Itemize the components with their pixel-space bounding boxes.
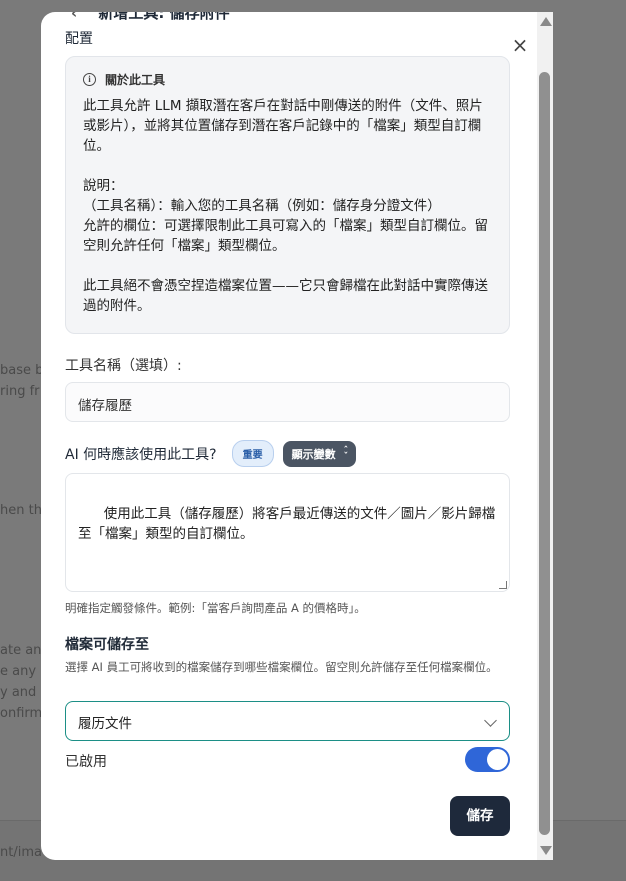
- storage-description: 選擇 AI 員工可將收到的檔案儲存到哪些檔案欄位。留空則允許儲存至任何檔案欄位。: [65, 660, 498, 674]
- save-button[interactable]: 儲存: [450, 796, 510, 836]
- back-arrow-icon[interactable]: ‹: [71, 12, 77, 22]
- modal-title-text: 新增工具: 儲存附件: [98, 12, 230, 22]
- show-variables-button[interactable]: 顯示變數 ˆˇ: [282, 440, 357, 467]
- scroll-up-arrow-icon[interactable]: [540, 17, 552, 26]
- add-tool-modal: ‹ 新增工具: 儲存附件 × 配置 i 關於此工具 此工具允許 LLM 擷取潛在…: [41, 12, 553, 860]
- background-text: e any: [0, 664, 37, 679]
- tool-name-input[interactable]: 儲存履歷: [65, 382, 510, 422]
- about-tool-description: 此工具允許 LLM 擷取潛在客戶在對話中剛傳送的附件（文件、照片或影片），並將其…: [83, 98, 488, 314]
- storage-title: 檔案可儲存至: [65, 637, 149, 653]
- when-to-use-header: AI 何時應該使用此工具? 重要 顯示變數 ˆˇ: [65, 440, 357, 467]
- close-icon: ×: [511, 33, 529, 57]
- about-tool-title: 關於此工具: [105, 73, 166, 87]
- modal-title: ‹ 新增工具: 儲存附件: [71, 12, 230, 23]
- storage-field-select[interactable]: 履历文件: [65, 701, 510, 741]
- close-button[interactable]: ×: [509, 35, 531, 57]
- background-text: onfirm: [0, 706, 43, 721]
- when-to-use-text: 使用此工具（儲存履歷）將客戶最近傳送的文件／圖片／影片歸檔至「檔案」類型的自訂欄…: [78, 506, 496, 542]
- trigger-hint: 明確指定觸發條件。範例:「當客戶詢問產品 A 的價格時」。: [65, 601, 366, 615]
- when-to-use-textarea[interactable]: 使用此工具（儲存履歷）將客戶最近傳送的文件／圖片／影片歸檔至「檔案」類型的自訂欄…: [65, 473, 510, 592]
- scrollbar-thumb[interactable]: [539, 72, 550, 835]
- about-tool-box: i 關於此工具 此工具允許 LLM 擷取潛在客戶在對話中剛傳送的附件（文件、照片…: [65, 56, 510, 334]
- background-text: nt/ima: [0, 845, 42, 860]
- background-text: base b: [0, 363, 44, 378]
- enabled-toggle[interactable]: [465, 747, 510, 772]
- enabled-label: 已啟用: [65, 754, 107, 770]
- about-tool-heading: i 關於此工具: [83, 71, 493, 88]
- when-to-use-label: AI 何時應該使用此工具?: [65, 446, 217, 463]
- info-icon: i: [83, 73, 96, 86]
- section-label: 配置: [65, 31, 93, 47]
- resize-handle-icon[interactable]: [499, 581, 507, 589]
- scroll-down-arrow-icon[interactable]: [540, 846, 552, 855]
- modal-scrollbar[interactable]: [537, 12, 553, 860]
- storage-selected-value: 履历文件: [78, 716, 132, 732]
- background-text: y and: [0, 685, 37, 700]
- tool-name-label: 工具名稱（選填）:: [65, 358, 182, 374]
- modal-content[interactable]: ‹ 新增工具: 儲存附件 × 配置 i 關於此工具 此工具允許 LLM 擷取潛在…: [41, 12, 537, 860]
- chevron-up-down-icon: ˆˇ: [343, 445, 349, 462]
- important-badge: 重要: [231, 440, 274, 467]
- toggle-knob: [487, 749, 508, 770]
- background-text: ring fr: [0, 384, 40, 399]
- chevron-down-icon: [484, 714, 497, 727]
- background-text: hen th: [0, 503, 42, 518]
- background-text: ate an: [0, 643, 42, 658]
- show-variables-label: 顯示變數: [291, 447, 336, 461]
